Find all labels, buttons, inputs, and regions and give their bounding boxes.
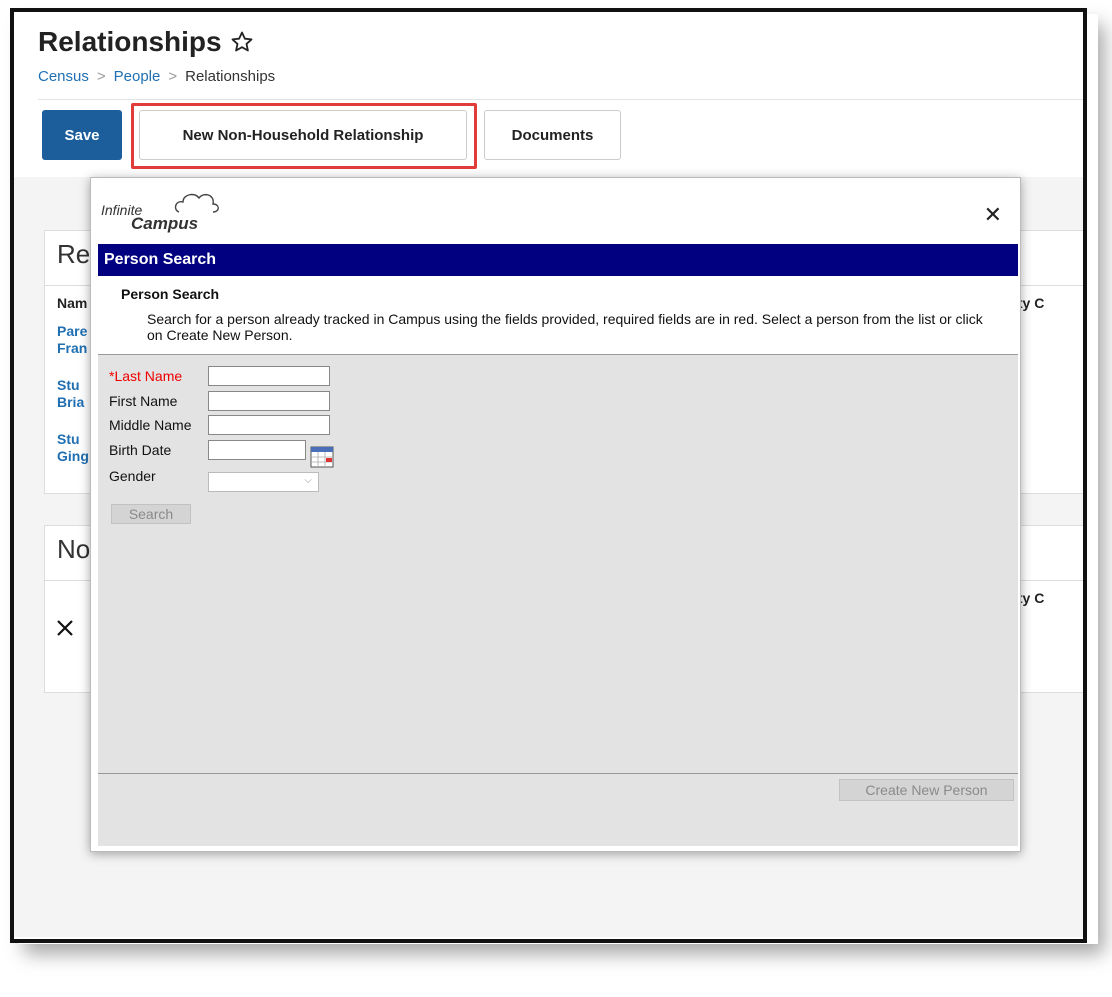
cloud-logo-icon <box>174 193 219 213</box>
close-icon[interactable] <box>55 618 75 638</box>
save-button[interactable]: Save <box>42 110 122 160</box>
last-name-label: *Last Name <box>109 368 183 384</box>
relationship-link[interactable]: Stu Ging <box>57 431 89 465</box>
chevron-right-icon: > <box>168 68 178 85</box>
link-line: Pare <box>57 323 88 339</box>
card-title: Re <box>57 239 91 269</box>
modal-intro: Person Search Search for a person alread… <box>98 276 1018 355</box>
birth-date-label: Birth Date <box>109 442 172 458</box>
create-new-person-button[interactable]: Create New Person <box>839 779 1014 801</box>
link-line: Bria <box>57 394 85 410</box>
relationship-link[interactable]: Stu Bria <box>57 377 84 411</box>
first-name-label: First Name <box>109 393 178 409</box>
documents-button[interactable]: Documents <box>484 110 621 160</box>
relationship-link[interactable]: Pare Fran <box>57 323 87 357</box>
middle-name-label: Middle Name <box>109 417 192 433</box>
page-title-text: Relationships <box>38 26 222 57</box>
modal-description: Search for a person already tracked in C… <box>147 311 983 343</box>
star-icon[interactable] <box>230 30 254 54</box>
close-icon[interactable]: ✕ <box>984 202 1002 228</box>
header-divider <box>38 99 1083 100</box>
last-name-input[interactable] <box>208 366 330 386</box>
breadcrumb-people[interactable]: People <box>114 68 161 85</box>
first-name-input[interactable] <box>208 391 330 411</box>
person-search-modal: Infinite Campus ✕ Person Search Person S… <box>90 177 1021 852</box>
column-header-name: Nam <box>57 295 88 311</box>
modal-subtitle: Person Search <box>121 286 220 302</box>
search-form: *Last Name First Name Middle Name Birth … <box>98 355 1018 846</box>
middle-name-input[interactable] <box>208 415 330 435</box>
calendar-icon[interactable] <box>310 445 334 469</box>
chevron-down-icon: ⌵ <box>304 475 312 486</box>
screenshot-frame: Relationships Census > People > Relation… <box>10 8 1087 943</box>
new-non-household-relationship-button[interactable]: New Non-Household Relationship <box>139 110 467 160</box>
search-button[interactable]: Search <box>111 504 191 524</box>
chevron-right-icon: > <box>96 68 106 85</box>
gender-label: Gender <box>109 468 156 484</box>
page-title: Relationships <box>38 26 254 58</box>
breadcrumb: Census > People > Relationships <box>38 68 275 85</box>
birth-date-input[interactable] <box>208 440 306 460</box>
link-line: Ging <box>57 448 89 464</box>
link-line: Stu <box>57 431 80 447</box>
modal-header: Person Search <box>98 244 1018 276</box>
infinite-campus-logo: Infinite Campus <box>101 188 241 240</box>
breadcrumb-relationships: Relationships <box>185 68 276 85</box>
page: Relationships Census > People > Relation… <box>14 12 1083 939</box>
link-line: Fran <box>57 340 88 356</box>
modal-divider <box>98 773 1018 774</box>
gender-select[interactable]: ⌵ <box>208 472 319 492</box>
breadcrumb-census[interactable]: Census <box>38 68 89 85</box>
card-title: No <box>57 534 91 564</box>
link-line: Stu <box>57 377 80 393</box>
